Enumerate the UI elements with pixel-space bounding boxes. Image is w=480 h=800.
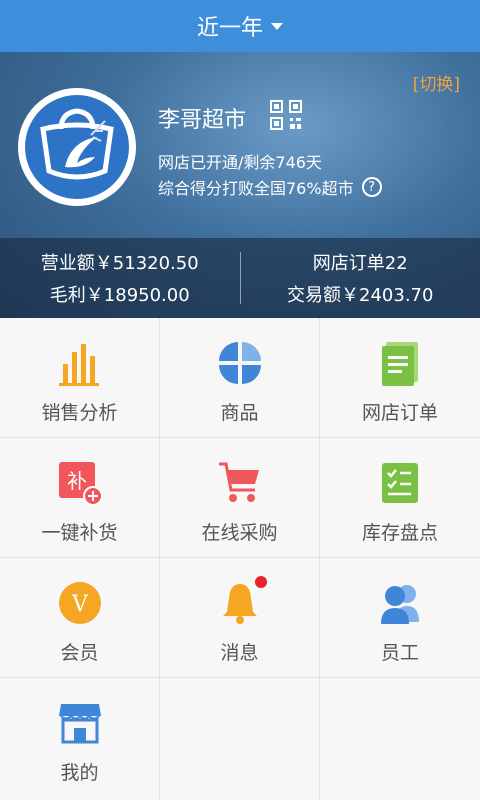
menu-messages[interactable]: 消息 xyxy=(160,558,320,678)
menu-staff[interactable]: 员工 xyxy=(320,558,480,678)
restock-glyph: 补 xyxy=(67,469,87,493)
store-score-text: 综合得分打败全国76%超市 xyxy=(158,179,354,198)
stats-right: 网店订单22 交易额￥2403.70 xyxy=(241,238,480,318)
dropdown-caret-icon[interactable] xyxy=(271,22,283,30)
menu-label: 库存盘点 xyxy=(361,522,438,544)
qr-code-icon[interactable] xyxy=(270,100,302,130)
menu-goods[interactable]: 商品 xyxy=(160,318,320,438)
menu-online-purchase[interactable]: 在线采购 xyxy=(160,438,320,558)
online-orders-stat: 网店订单22 xyxy=(312,253,408,274)
menu-label: 员工 xyxy=(380,642,419,664)
help-icon[interactable]: ? xyxy=(361,177,382,197)
menu-label: 商品 xyxy=(220,402,259,424)
bar-chart-icon xyxy=(57,340,103,386)
menu-label: 一键补货 xyxy=(41,522,118,544)
stats-left: 营业额￥51320.50 毛利￥18950.00 xyxy=(0,238,240,318)
stats-bar: 营业额￥51320.50 毛利￥18950.00 网店订单22 交易额￥2403… xyxy=(0,238,480,318)
bell-icon xyxy=(217,576,267,626)
menu-mine[interactable]: 我的 xyxy=(0,678,160,800)
menu-label: 我的 xyxy=(60,762,99,784)
empty-cell xyxy=(160,678,320,800)
transaction-stat: 交易额￥2403.70 xyxy=(287,285,434,306)
menu-sales-analysis[interactable]: 销售分析 xyxy=(0,318,160,438)
shop-icon xyxy=(57,700,103,746)
revenue-stat: 营业额￥51320.50 xyxy=(40,253,199,274)
menu-inventory[interactable]: 库存盘点 xyxy=(320,438,480,558)
order-doc-icon xyxy=(377,340,423,386)
store-name: 李哥超市 xyxy=(158,108,247,133)
menu-label: 在线采购 xyxy=(201,522,278,544)
shopping-bag-logo-icon xyxy=(25,95,129,199)
menu-label: 网店订单 xyxy=(361,402,438,424)
menu-label: 会员 xyxy=(60,642,99,664)
menu-online-orders[interactable]: 网店订单 xyxy=(320,318,480,438)
checklist-icon xyxy=(377,460,423,506)
staff-icon xyxy=(377,580,423,626)
period-selector[interactable]: 近一年 xyxy=(197,10,263,42)
cart-icon xyxy=(217,460,263,506)
store-score-line: 综合得分打败全国76%超市 ? xyxy=(158,175,382,199)
restock-icon: 补 xyxy=(57,460,103,506)
member-symbol: V xyxy=(71,592,89,617)
empty-cell xyxy=(320,678,480,800)
menu-restock[interactable]: 补 一键补货 xyxy=(0,438,160,558)
menu-label: 销售分析 xyxy=(41,402,118,424)
menu-label: 消息 xyxy=(220,642,259,664)
goods-grid-icon xyxy=(217,340,263,386)
member-v-icon: V xyxy=(57,580,103,626)
switch-store-link[interactable]: [切换] xyxy=(413,70,460,95)
top-bar: 近一年 xyxy=(0,0,480,52)
store-logo xyxy=(18,88,136,206)
unread-dot xyxy=(254,576,267,588)
feature-grid: 销售分析 商品 网店订单 补 一键补货 在线采购 库存盘点 V 会员 消息 员工… xyxy=(0,318,480,800)
menu-member[interactable]: V 会员 xyxy=(0,558,160,678)
store-status-text: 网店已开通/剩余746天 xyxy=(158,153,322,172)
store-header: [切换] 李哥超市 网店已开通/剩余746天 综合得分打败全国76%超市 ? 营… xyxy=(0,52,480,318)
gross-profit-stat: 毛利￥18950.00 xyxy=(49,285,190,306)
